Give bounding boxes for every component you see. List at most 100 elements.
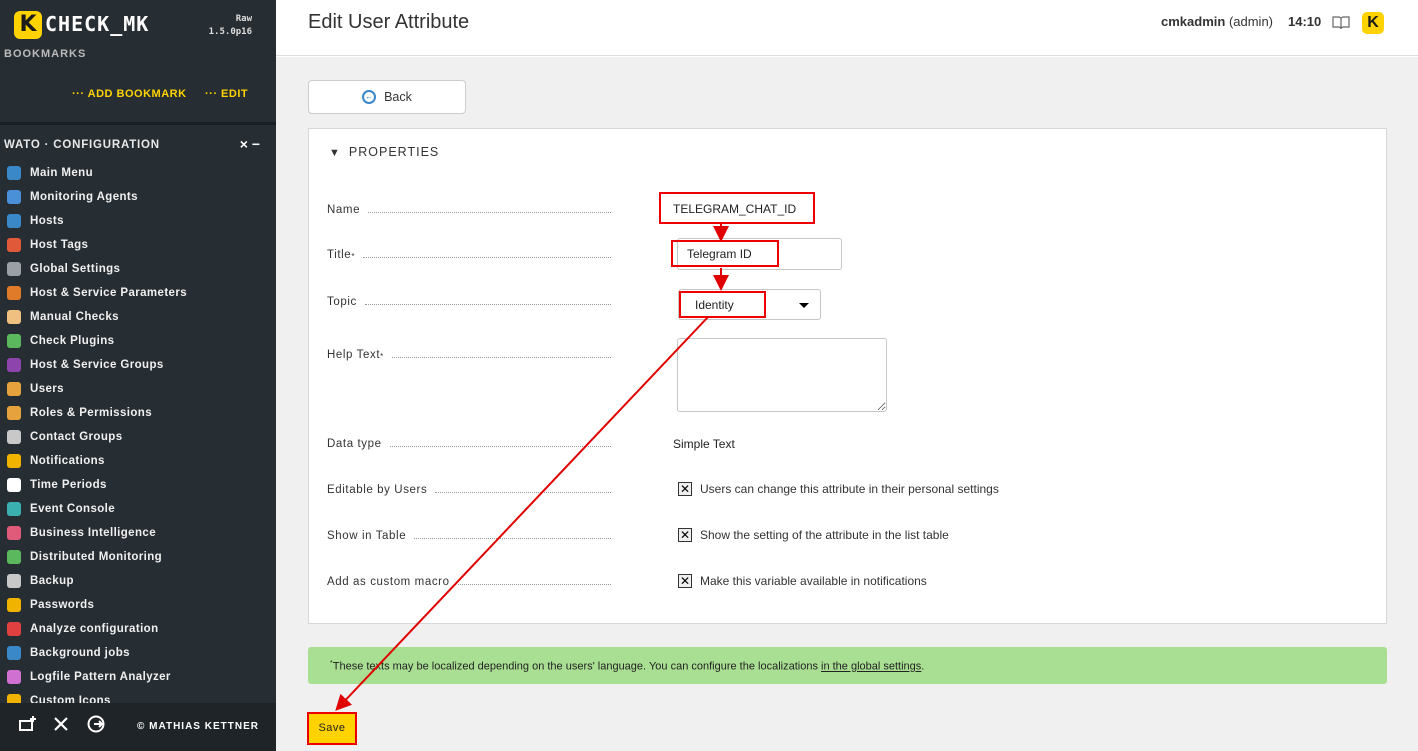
parameters-icon xyxy=(7,286,21,300)
user-role: (admin) xyxy=(1228,14,1274,29)
sidebar-item[interactable]: Passwords xyxy=(0,593,276,617)
custom-icons-icon xyxy=(7,694,21,703)
sidebar-item[interactable]: Event Console xyxy=(0,497,276,521)
data-type-label: Data type xyxy=(327,438,611,450)
bell-icon xyxy=(7,454,21,468)
custom-macro-checkbox[interactable]: ✕ xyxy=(678,574,692,588)
copyright: © MATHIAS KETTNER xyxy=(137,721,259,732)
sidebar-item[interactable]: Backup xyxy=(0,569,276,593)
sidebar-item-label: Monitoring Agents xyxy=(30,191,138,203)
hand-icon xyxy=(7,310,21,324)
version-label: 1.5.0p16 xyxy=(208,27,252,37)
checkmk-logo-icon[interactable]: K xyxy=(14,11,42,39)
editable-label: Editable by Users xyxy=(327,484,611,496)
users-icon xyxy=(7,382,21,396)
bookmarks-title: BOOKMARKS xyxy=(4,48,87,58)
sidebar-divider xyxy=(0,122,276,125)
localization-note: *These texts may be localized depending … xyxy=(308,647,1387,684)
data-type-value: Simple Text xyxy=(673,437,735,451)
logo-text[interactable]: CHECK_MK xyxy=(45,12,149,36)
collapse-triangle-icon[interactable]: ▼ xyxy=(329,147,341,159)
sidebar-item[interactable]: Custom Icons xyxy=(0,689,276,703)
title-value[interactable]: Telegram ID xyxy=(671,240,779,267)
sidebar-item[interactable]: Host & Service Groups xyxy=(0,353,276,377)
sidebar-item-label: Hosts xyxy=(30,215,64,227)
sidebar-item[interactable]: Main Menu xyxy=(0,161,276,185)
sidebar-item-label: Distributed Monitoring xyxy=(30,551,163,563)
sidebar-item[interactable]: Distributed Monitoring xyxy=(0,545,276,569)
sidebar-item[interactable]: Users xyxy=(0,377,276,401)
properties-panel: ▼ PROPERTIES Name TELEGRAM_CHAT_ID Title *… xyxy=(308,128,1387,624)
sidebar-item[interactable]: Logfile Pattern Analyzer xyxy=(0,665,276,689)
sidebar-footer: © MATHIAS KETTNER xyxy=(0,703,276,751)
sidebar-item-label: Backup xyxy=(30,575,74,587)
snapin-controls[interactable]: × − xyxy=(240,136,260,152)
sidebar-item-label: Contact Groups xyxy=(30,431,123,443)
properties-header[interactable]: ▼ PROPERTIES xyxy=(329,145,439,159)
sidebar-item[interactable]: Background jobs xyxy=(0,641,276,665)
sidebar-item[interactable]: Host & Service Parameters xyxy=(0,281,276,305)
sidebar-item-label: Host Tags xyxy=(30,239,89,251)
key-icon xyxy=(7,598,21,612)
tools-icon[interactable] xyxy=(47,714,75,742)
user-name[interactable]: cmkadmin xyxy=(1161,14,1225,29)
back-button[interactable]: ← Back xyxy=(308,80,466,114)
help-text-area[interactable] xyxy=(677,338,887,412)
sidebar-item-label: Global Settings xyxy=(30,263,121,275)
book-icon[interactable] xyxy=(1332,14,1350,34)
sidebar-item[interactable]: Notifications xyxy=(0,449,276,473)
groups-icon xyxy=(7,358,21,372)
topic-value[interactable]: Identity xyxy=(679,291,766,318)
roles-icon xyxy=(7,406,21,420)
sidebar-item[interactable]: Analyze configuration xyxy=(0,617,276,641)
sidebar-item[interactable]: Time Periods xyxy=(0,473,276,497)
global-settings-link[interactable]: in the global settings xyxy=(821,661,921,673)
sidebar-item[interactable]: Hosts xyxy=(0,209,276,233)
sidebar-item[interactable]: Manual Checks xyxy=(0,305,276,329)
editable-checkbox[interactable]: ✕ xyxy=(678,482,692,496)
note-end: . xyxy=(921,660,925,673)
help-text-label: Help Text * xyxy=(327,349,611,361)
show-in-table-text: Show the setting of the attribute in the… xyxy=(700,528,949,542)
title-label: Title * xyxy=(327,249,611,261)
sidebar-item[interactable]: Business Intelligence xyxy=(0,521,276,545)
wato-snapin-title[interactable]: WATO · CONFIGURATION xyxy=(4,139,160,151)
puzzle-icon xyxy=(7,334,21,348)
show-in-table-checkbox[interactable]: ✕ xyxy=(678,528,692,542)
hosts-icon xyxy=(7,214,21,228)
clock-icon xyxy=(7,478,21,492)
sidebar-item-label: Custom Icons xyxy=(30,695,111,703)
topbar: Edit User Attribute cmkadmin (admin) 14:… xyxy=(276,0,1418,56)
sidebar-item-label: Passwords xyxy=(30,599,95,611)
edit-bookmarks-link[interactable]: ··· EDIT xyxy=(205,88,248,100)
topic-label: Topic xyxy=(327,296,611,308)
sidebar-item-label: Business Intelligence xyxy=(30,527,156,539)
name-label: Name xyxy=(327,204,611,216)
sidebar: K CHECK_MK Raw 1.5.0p16 BOOKMARKS ··· AD… xyxy=(0,0,276,751)
show-in-table-label: Show in Table xyxy=(327,530,611,542)
backup-icon xyxy=(7,574,21,588)
chevron-down-icon[interactable] xyxy=(799,303,809,308)
back-button-label: Back xyxy=(384,90,412,104)
flask-icon xyxy=(7,670,21,684)
sidebar-item[interactable]: Contact Groups xyxy=(0,425,276,449)
sidebar-item[interactable]: Roles & Permissions xyxy=(0,401,276,425)
add-snapin-icon[interactable] xyxy=(14,714,42,742)
sidebar-item-label: Check Plugins xyxy=(30,335,115,347)
logout-icon[interactable] xyxy=(82,714,110,742)
add-bookmark-link[interactable]: ··· ADD BOOKMARK xyxy=(72,88,187,100)
clock: 14:10 xyxy=(1288,14,1322,29)
user-info[interactable]: cmkadmin (admin) xyxy=(1161,14,1273,29)
sidebar-item[interactable]: Monitoring Agents xyxy=(0,185,276,209)
sidebar-item[interactable]: Global Settings xyxy=(0,257,276,281)
sidebar-item[interactable]: Host Tags xyxy=(0,233,276,257)
sidebar-item-label: Analyze configuration xyxy=(30,623,159,635)
save-button[interactable]: Save xyxy=(307,712,357,745)
bi-icon xyxy=(7,526,21,540)
version-info: Raw 1.5.0p16 xyxy=(209,13,252,39)
page-title: Edit User Attribute xyxy=(308,11,470,33)
sidebar-item-label: Time Periods xyxy=(30,479,107,491)
sidebar-item[interactable]: Check Plugins xyxy=(0,329,276,353)
checkmk-logo-icon[interactable]: K xyxy=(1362,12,1384,34)
tag-icon xyxy=(7,238,21,252)
